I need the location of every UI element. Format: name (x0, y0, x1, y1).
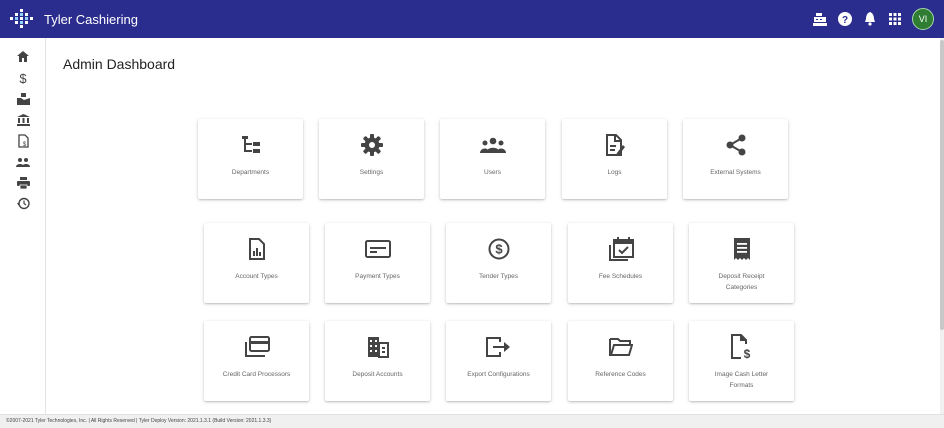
card-settings[interactable]: Settings (319, 119, 424, 199)
card-departments[interactable]: Departments (198, 119, 303, 199)
dollar-icon: $ (19, 71, 27, 85)
logs-icon (605, 133, 625, 157)
card-label: Credit Card Processors (222, 371, 291, 378)
card-payment-types[interactable]: Payment Types (325, 223, 430, 303)
card-deposit-accounts[interactable]: Deposit Accounts (325, 321, 430, 401)
card-label: Payment Types (355, 273, 400, 280)
svg-text:?: ? (842, 15, 848, 26)
card-label: Users (484, 169, 501, 176)
card-image-cash-letter-formats[interactable]: $ Image Cash Letter Formats (689, 321, 794, 401)
card-label: Fee Schedules (598, 273, 643, 280)
sidebar-item-history[interactable] (0, 193, 46, 214)
card-label: Reference Codes (595, 371, 646, 378)
money-hand-icon (16, 92, 30, 105)
share-icon (726, 133, 746, 157)
card-label: Deposit Accounts (352, 371, 403, 378)
sidebar-item-bank[interactable] (0, 109, 46, 130)
users-icon (16, 157, 30, 167)
card-deposit-receipt-categories[interactable]: Deposit Receipt Categories (689, 223, 794, 303)
card-label: Image Cash Letter Formats (714, 371, 769, 389)
app-title: Tyler Cashiering (44, 11, 138, 27)
credit-cards-icon (244, 335, 270, 359)
payment-types-icon (364, 237, 391, 261)
sidebar-item-documents[interactable]: $ (0, 130, 46, 151)
svg-text:$: $ (19, 71, 27, 85)
card-label: External Systems (710, 169, 761, 176)
card-label: Logs (607, 169, 622, 176)
users-icon (479, 133, 506, 157)
sidebar-item-users[interactable] (0, 151, 46, 172)
svg-text:$: $ (495, 242, 503, 257)
settings-gear-icon (360, 133, 383, 157)
card-label: Departments (231, 169, 270, 176)
tyler-logo-icon[interactable] (0, 0, 44, 38)
dollar-circle-icon: $ (488, 237, 510, 261)
account-types-icon (248, 237, 266, 261)
main-content: Admin Dashboard Departments Settings Use… (47, 38, 940, 414)
card-external-systems[interactable]: External Systems (683, 119, 788, 199)
export-icon (485, 335, 512, 359)
apps-grid-icon[interactable] (887, 11, 903, 27)
history-icon (16, 197, 30, 210)
sidebar-item-payments[interactable]: $ (0, 67, 46, 88)
receipt-icon (733, 237, 751, 261)
sidebar-item-print[interactable] (0, 172, 46, 193)
svg-text:$: $ (743, 347, 750, 360)
folder-open-icon (608, 335, 633, 359)
top-app-bar: Tyler Cashiering ? VI (0, 0, 944, 38)
file-dollar-icon: $ (730, 334, 753, 360)
card-label: Settings (359, 169, 384, 176)
departments-icon (240, 133, 262, 157)
card-label: Deposit Receipt Categories (718, 273, 765, 291)
card-fee-schedules[interactable]: Fee Schedules (568, 223, 673, 303)
bell-icon[interactable] (862, 11, 878, 27)
card-export-configurations[interactable]: Export Configurations (446, 321, 551, 401)
sidebar: $ $ (0, 38, 46, 414)
footer: ©2007-2021 Tyler Technologies, Inc. | Al… (0, 414, 944, 428)
printer-icon (16, 176, 30, 189)
card-logs[interactable]: Logs (562, 119, 667, 199)
card-users[interactable]: Users (440, 119, 545, 199)
page-title: Admin Dashboard (63, 56, 176, 72)
building-icon (367, 335, 389, 359)
help-icon[interactable]: ? (837, 11, 853, 27)
sidebar-item-home[interactable] (0, 46, 46, 67)
card-tender-types[interactable]: $ Tender Types (446, 223, 551, 303)
home-icon (17, 51, 29, 62)
card-reference-codes[interactable]: Reference Codes (568, 321, 673, 401)
card-label: Tender Types (479, 273, 518, 280)
cash-register-icon[interactable] (812, 11, 828, 27)
card-label: Account Types (235, 273, 278, 280)
sidebar-item-receipts[interactable] (0, 88, 46, 109)
scrollbar-thumb[interactable] (940, 40, 944, 330)
user-avatar[interactable]: VI (912, 8, 934, 30)
footer-copyright: ©2007-2021 Tyler Technologies, Inc. | Al… (6, 418, 272, 424)
calendar-check-icon (608, 237, 634, 261)
document-dollar-icon: $ (17, 133, 29, 148)
card-credit-card-processors[interactable]: Credit Card Processors (204, 321, 309, 401)
bank-icon (16, 113, 30, 126)
card-account-types[interactable]: Account Types (204, 223, 309, 303)
card-label: Export Configurations (467, 371, 530, 378)
